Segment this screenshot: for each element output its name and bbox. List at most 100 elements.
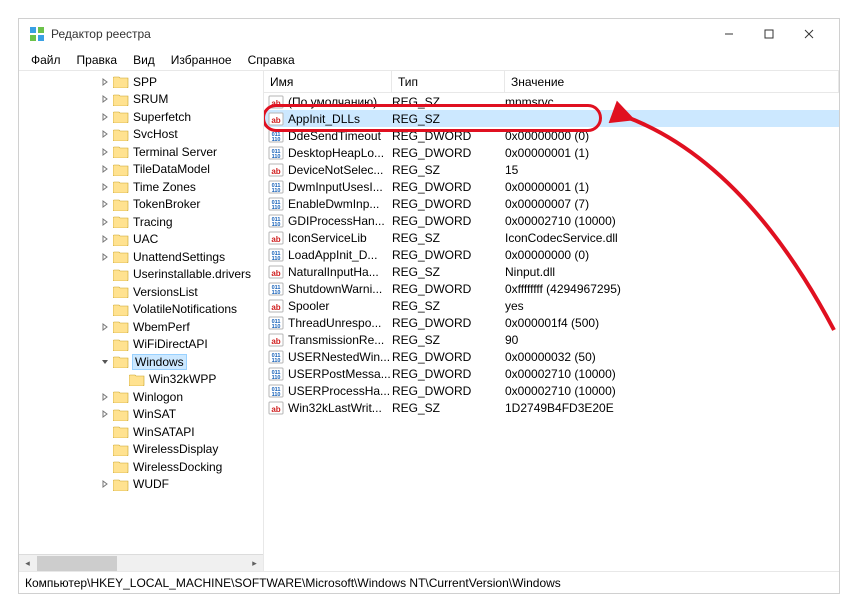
- chevron-right-icon[interactable]: [99, 218, 111, 226]
- tree-item-label: VolatileNotifications: [132, 302, 238, 316]
- table-row[interactable]: abTransmissionRe...REG_SZ90: [264, 331, 839, 348]
- scroll-left-button[interactable]: ◂: [19, 555, 36, 572]
- table-row[interactable]: 011110ShutdownWarni...REG_DWORD0xfffffff…: [264, 280, 839, 297]
- values-list[interactable]: ab(По умолчанию)REG_SZmnmsrvcabAppInit_D…: [264, 93, 839, 571]
- table-row[interactable]: 011110USERProcessHa...REG_DWORD0x0000271…: [264, 382, 839, 399]
- chevron-right-icon[interactable]: [99, 393, 111, 401]
- table-row[interactable]: 011110GDIProcessHan...REG_DWORD0x0000271…: [264, 212, 839, 229]
- tree-hscrollbar[interactable]: ◂ ▸: [19, 554, 263, 571]
- value-type: REG_DWORD: [392, 350, 505, 364]
- table-row[interactable]: 011110ThreadUnrespo...REG_DWORD0x000001f…: [264, 314, 839, 331]
- tree-item[interactable]: Winlogon: [19, 388, 263, 406]
- tree-item[interactable]: TileDataModel: [19, 161, 263, 179]
- chevron-right-icon[interactable]: [99, 323, 111, 331]
- svg-text:ab: ab: [271, 167, 280, 176]
- chevron-right-icon[interactable]: [99, 165, 111, 173]
- table-row[interactable]: abWin32kLastWrit...REG_SZ1D2749B4FD3E20E: [264, 399, 839, 416]
- tree-item[interactable]: Win32kWPP: [19, 371, 263, 389]
- chevron-down-icon[interactable]: [99, 358, 111, 366]
- table-row[interactable]: 011110DdeSendTimeoutREG_DWORD0x00000000 …: [264, 127, 839, 144]
- reg-dword-icon: 011110: [268, 179, 284, 195]
- menu-item[interactable]: Файл: [23, 51, 69, 69]
- table-row[interactable]: 011110DwmInputUsesI...REG_DWORD0x0000000…: [264, 178, 839, 195]
- chevron-right-icon[interactable]: [99, 95, 111, 103]
- table-row[interactable]: abIconServiceLibREG_SZIconCodecService.d…: [264, 229, 839, 246]
- tree-item[interactable]: Tracing: [19, 213, 263, 231]
- tree-item-label: TileDataModel: [132, 162, 211, 176]
- table-row[interactable]: 011110DesktopHeapLo...REG_DWORD0x0000000…: [264, 144, 839, 161]
- close-button[interactable]: [789, 20, 829, 48]
- value-name: DwmInputUsesI...: [288, 180, 392, 194]
- tree-item[interactable]: WinSATAPI: [19, 423, 263, 441]
- folder-icon: [113, 303, 129, 316]
- menu-item[interactable]: Избранное: [163, 51, 240, 69]
- table-row[interactable]: abDeviceNotSelec...REG_SZ15: [264, 161, 839, 178]
- scroll-thumb[interactable]: [37, 556, 117, 571]
- menu-item[interactable]: Правка: [69, 51, 126, 69]
- chevron-right-icon[interactable]: [99, 253, 111, 261]
- folder-icon: [113, 408, 129, 421]
- scroll-right-button[interactable]: ▸: [246, 555, 263, 572]
- reg-dword-icon: 011110: [268, 366, 284, 382]
- folder-icon: [113, 390, 129, 403]
- value-data: 0x00002710 (10000): [505, 384, 839, 398]
- folder-icon: [113, 425, 129, 438]
- table-row[interactable]: 011110LoadAppInit_D...REG_DWORD0x0000000…: [264, 246, 839, 263]
- reg-dword-icon: 011110: [268, 247, 284, 263]
- tree-item[interactable]: Superfetch: [19, 108, 263, 126]
- tree-item[interactable]: WirelessDisplay: [19, 441, 263, 459]
- tree-item[interactable]: WiFiDirectAPI: [19, 336, 263, 354]
- folder-icon: [113, 320, 129, 333]
- tree-item[interactable]: SvcHost: [19, 126, 263, 144]
- chevron-right-icon[interactable]: [99, 480, 111, 488]
- chevron-right-icon[interactable]: [99, 410, 111, 418]
- chevron-right-icon[interactable]: [99, 130, 111, 138]
- tree-item[interactable]: TokenBroker: [19, 196, 263, 214]
- tree-item[interactable]: Terminal Server: [19, 143, 263, 161]
- column-headers: Имя Тип Значение: [264, 71, 839, 93]
- maximize-button[interactable]: [749, 20, 789, 48]
- tree-item[interactable]: WUDF: [19, 476, 263, 494]
- tree-view[interactable]: SPPSRUMSuperfetchSvcHostTerminal ServerT…: [19, 71, 263, 554]
- table-row[interactable]: ab(По умолчанию)REG_SZmnmsrvc: [264, 93, 839, 110]
- tree-item[interactable]: UAC: [19, 231, 263, 249]
- table-row[interactable]: 011110USERPostMessa...REG_DWORD0x0000271…: [264, 365, 839, 382]
- svg-text:110: 110: [272, 154, 281, 160]
- svg-text:110: 110: [272, 290, 281, 296]
- column-header-value[interactable]: Значение: [505, 71, 839, 92]
- tree-item[interactable]: SRUM: [19, 91, 263, 109]
- tree-item[interactable]: VolatileNotifications: [19, 301, 263, 319]
- tree-item[interactable]: UnattendSettings: [19, 248, 263, 266]
- chevron-right-icon[interactable]: [99, 235, 111, 243]
- minimize-button[interactable]: [709, 20, 749, 48]
- table-row[interactable]: abAppInit_DLLsREG_SZ: [264, 110, 839, 127]
- chevron-right-icon[interactable]: [99, 78, 111, 86]
- folder-icon: [113, 128, 129, 141]
- tree-item[interactable]: SPP: [19, 73, 263, 91]
- tree-item-label: Superfetch: [132, 110, 192, 124]
- tree-item[interactable]: Time Zones: [19, 178, 263, 196]
- tree-item[interactable]: Userinstallable.drivers: [19, 266, 263, 284]
- value-name: TransmissionRe...: [288, 333, 392, 347]
- table-row[interactable]: 011110USERNestedWin...REG_DWORD0x0000003…: [264, 348, 839, 365]
- column-header-type[interactable]: Тип: [392, 71, 505, 92]
- menu-item[interactable]: Справка: [240, 51, 303, 69]
- value-data: IconCodecService.dll: [505, 231, 839, 245]
- table-row[interactable]: abSpoolerREG_SZyes: [264, 297, 839, 314]
- table-row[interactable]: 011110EnableDwmInp...REG_DWORD0x00000007…: [264, 195, 839, 212]
- column-header-name[interactable]: Имя: [264, 71, 392, 92]
- tree-item-label: TokenBroker: [132, 197, 201, 211]
- tree-item[interactable]: WirelessDocking: [19, 458, 263, 476]
- menu-item[interactable]: Вид: [125, 51, 163, 69]
- tree-item[interactable]: Windows: [19, 353, 263, 371]
- value-name: IconServiceLib: [288, 231, 392, 245]
- table-row[interactable]: abNaturalInputHa...REG_SZNinput.dll: [264, 263, 839, 280]
- tree-item[interactable]: WbemPerf: [19, 318, 263, 336]
- tree-item[interactable]: WinSAT: [19, 406, 263, 424]
- chevron-right-icon[interactable]: [99, 113, 111, 121]
- chevron-right-icon[interactable]: [99, 200, 111, 208]
- chevron-right-icon[interactable]: [99, 183, 111, 191]
- chevron-right-icon[interactable]: [99, 148, 111, 156]
- values-pane: Имя Тип Значение ab(По умолчанию)REG_SZm…: [264, 71, 839, 571]
- tree-item[interactable]: VersionsList: [19, 283, 263, 301]
